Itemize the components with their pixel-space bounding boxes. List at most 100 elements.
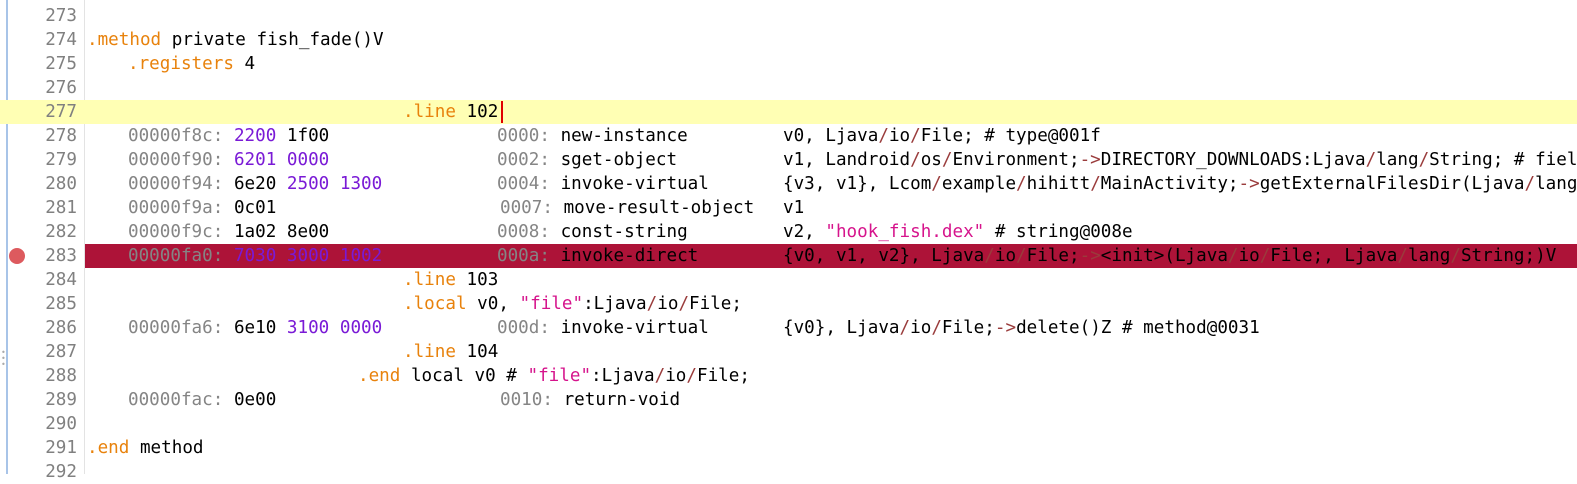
- code-token: v0,: [466, 294, 520, 314]
- code-content[interactable]: [85, 412, 1577, 436]
- line-number[interactable]: 278: [0, 124, 77, 148]
- code-line[interactable]: 288 .end local v0 # "file":Ljava/io/File;: [0, 364, 1577, 388]
- line-number[interactable]: 281: [0, 196, 77, 220]
- code-line[interactable]: 289 00000fac: 0e00 0010: return-void: [0, 388, 1577, 412]
- code-token: 00000f8c:: [128, 126, 234, 146]
- code-token: 000d:: [497, 318, 561, 338]
- code-token: File;: [941, 318, 995, 338]
- line-number[interactable]: 279: [0, 148, 77, 172]
- code-line[interactable]: 281 00000f9a: 0c01 0007: move-result-objec…: [0, 196, 1577, 220]
- code-token: File; # type@001f: [920, 126, 1101, 146]
- code-content[interactable]: [85, 460, 1577, 484]
- code-line[interactable]: 290: [0, 412, 1577, 436]
- code-content[interactable]: .end method: [85, 436, 1577, 460]
- code-segment: 00000f9c: 1a02 8e00: [128, 220, 329, 244]
- line-number[interactable]: 282: [0, 220, 77, 244]
- code-token: 104: [455, 342, 499, 362]
- code-token: lang: [1376, 150, 1419, 170]
- code-segment: .line 103: [403, 268, 498, 292]
- line-number[interactable]: 273: [0, 4, 77, 28]
- code-segment: 00000f94: 6e20 2500 1300: [128, 172, 382, 196]
- code-line[interactable]: 278 00000f8c: 2200 1f00 0000: new-instance…: [0, 124, 1577, 148]
- code-token: io: [1238, 246, 1260, 266]
- code-token: sget-object: [560, 150, 678, 170]
- code-token: String; # field@0002: [1429, 150, 1577, 170]
- code-token: {v0}, Ljava: [783, 318, 900, 338]
- code-line[interactable]: 285 .local v0, "file":Ljava/io/File;: [0, 292, 1577, 316]
- code-content[interactable]: 00000fac: 0e00 0010: return-void: [85, 388, 1577, 412]
- code-content[interactable]: .line 102: [85, 100, 1577, 124]
- line-number[interactable]: 287: [0, 340, 77, 364]
- line-number[interactable]: 284: [0, 268, 77, 292]
- code-line[interactable]: 275 .registers 4: [0, 52, 1577, 76]
- code-segment: 00000fac: 0e00: [128, 388, 276, 412]
- code-content[interactable]: 00000f8c: 2200 1f00 0000: new-instance v0,…: [85, 124, 1577, 148]
- code-token: 4: [233, 54, 256, 74]
- code-line[interactable]: 276: [0, 76, 1577, 100]
- code-line[interactable]: 284 .line 103: [0, 268, 1577, 292]
- code-line[interactable]: 280 00000f94: 6e20 2500 1300 0004: invoke-…: [0, 172, 1577, 196]
- line-number[interactable]: 290: [0, 412, 77, 436]
- code-token: 00000fa0:: [128, 246, 234, 266]
- code-content[interactable]: .local v0, "file":Ljava/io/File;: [85, 292, 1577, 316]
- code-content[interactable]: 00000f9c: 1a02 8e00 0008: const-string v2,…: [85, 220, 1577, 244]
- line-number[interactable]: 275: [0, 52, 77, 76]
- code-token: delete()Z # method@0031: [1016, 318, 1260, 338]
- line-number[interactable]: 283: [0, 244, 77, 268]
- code-token: v1: [783, 198, 805, 218]
- code-content[interactable]: [85, 4, 1577, 28]
- code-token: 0e00: [233, 390, 277, 410]
- code-line[interactable]: 286 00000fa6: 6e10 3100 0000 000d: invoke-…: [0, 316, 1577, 340]
- code-token: lang: [1535, 174, 1577, 194]
- code-token: lang: [1407, 246, 1451, 266]
- line-number[interactable]: 274: [0, 28, 77, 52]
- code-token: invoke-virtual: [560, 318, 709, 338]
- code-content[interactable]: .registers 4: [85, 52, 1577, 76]
- code-content[interactable]: [85, 76, 1577, 100]
- code-content[interactable]: 00000fa6: 6e10 3100 0000 000d: invoke-vir…: [85, 316, 1577, 340]
- code-token: /: [1016, 246, 1027, 266]
- code-content[interactable]: 00000f94: 6e20 2500 1300 0004: invoke-vir…: [85, 172, 1577, 196]
- code-line[interactable]: 273: [0, 4, 1577, 28]
- code-content[interactable]: .end local v0 # "file":Ljava/io/File;: [85, 364, 1577, 388]
- code-token: method: [129, 438, 204, 458]
- code-token: return-void: [563, 390, 681, 410]
- code-token: "hook_fish.dex": [825, 222, 985, 242]
- code-content[interactable]: .line 104: [85, 340, 1577, 364]
- code-token: /: [899, 318, 911, 338]
- code-line[interactable]: 287 .line 104: [0, 340, 1577, 364]
- code-line[interactable]: 291 .end method: [0, 436, 1577, 460]
- code-line[interactable]: 292: [0, 460, 1577, 484]
- code-content[interactable]: .line 103: [85, 268, 1577, 292]
- code-segment: 0002: sget-object: [497, 148, 677, 172]
- line-number[interactable]: 288: [0, 364, 77, 388]
- line-number[interactable]: 280: [0, 172, 77, 196]
- code-token: <init>(Ljava: [1100, 246, 1228, 266]
- code-token: ->: [1079, 246, 1101, 266]
- code-segment: .local v0, "file":Ljava/io/File;: [403, 292, 742, 316]
- smali-code-editor[interactable]: • • • 273 274 .method private fish_fade()V 27…: [0, 0, 1577, 482]
- line-number[interactable]: 292: [0, 460, 77, 484]
- code-line[interactable]: 282 00000f9c: 1a02 8e00 0008: const-string…: [0, 220, 1577, 244]
- code-line[interactable]: 283 00000fa0: 7030 3000 1002 000a: invoke-…: [0, 244, 1577, 268]
- code-content[interactable]: .method private fish_fade()V: [85, 28, 1577, 52]
- code-token: new-instance: [560, 126, 688, 146]
- line-number[interactable]: 276: [0, 76, 77, 100]
- code-token: /: [1259, 246, 1271, 266]
- code-token: v1, Landroid: [783, 150, 911, 170]
- code-content[interactable]: 00000f90: 6201 0000 0002: sget-object v1, …: [85, 148, 1577, 172]
- code-line[interactable]: 277 .line 102: [0, 100, 1577, 124]
- code-token: getExternalFilesDir(Ljava: [1259, 174, 1525, 194]
- code-token: io: [994, 246, 1017, 266]
- line-number[interactable]: 291: [0, 436, 77, 460]
- line-number[interactable]: 286: [0, 316, 77, 340]
- code-content[interactable]: 00000fa0: 7030 3000 1002 000a: invoke-dir…: [85, 244, 1577, 268]
- line-number[interactable]: 277: [0, 100, 77, 124]
- code-token: 00000f9c:: [128, 222, 234, 242]
- code-line[interactable]: 274 .method private fish_fade()V: [0, 28, 1577, 52]
- code-content[interactable]: 00000f9a: 0c01 0007: move-result-object v1: [85, 196, 1577, 220]
- code-token: 00000f9a:: [128, 198, 234, 218]
- line-number[interactable]: 289: [0, 388, 77, 412]
- code-line[interactable]: 279 00000f90: 6201 0000 0002: sget-object v…: [0, 148, 1577, 172]
- line-number[interactable]: 285: [0, 292, 77, 316]
